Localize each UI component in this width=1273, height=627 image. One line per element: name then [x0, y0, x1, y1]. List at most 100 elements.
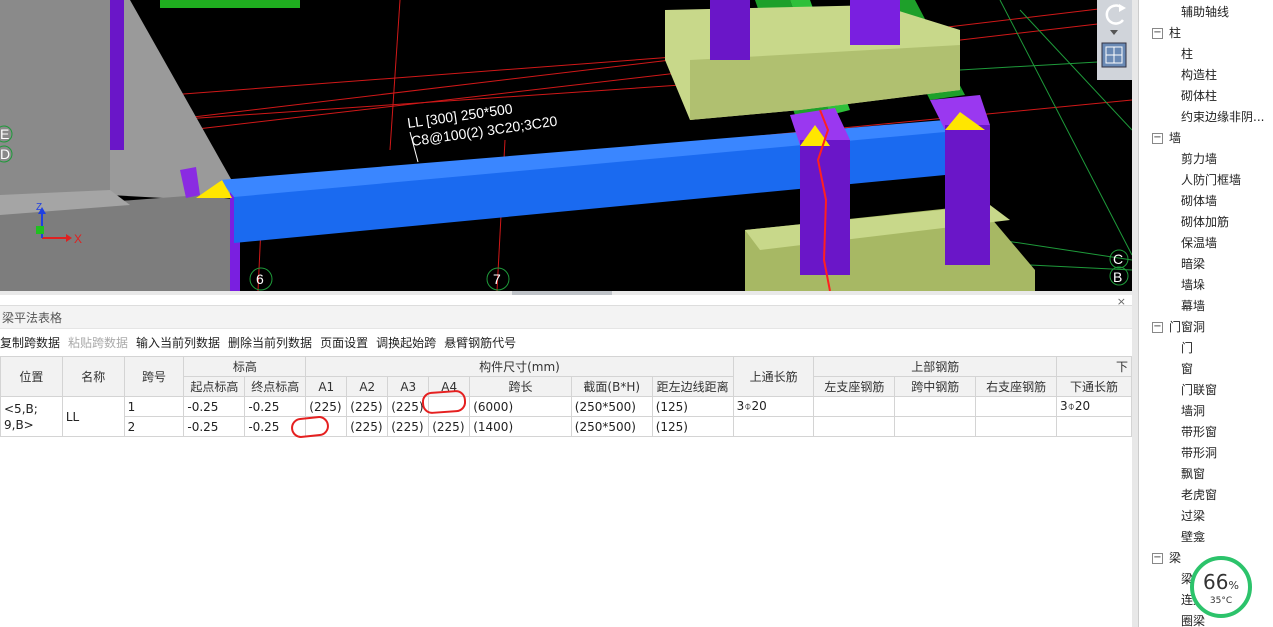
collapse-toggle-icon[interactable]: −: [1152, 133, 1163, 144]
cell-offset[interactable]: (125): [651, 416, 734, 437]
delete-column-data-button[interactable]: 删除当前列数据: [228, 334, 312, 352]
col-header-a1[interactable]: A1: [305, 376, 348, 397]
tree-category[interactable]: − 柱: [1139, 23, 1273, 44]
tree-item[interactable]: 砌体加筋: [1139, 212, 1273, 233]
col-header-right-support[interactable]: 右支座钢筋: [975, 376, 1058, 397]
cell-a2[interactable]: (225): [346, 416, 389, 437]
col-header-span[interactable]: 跨号: [123, 356, 185, 397]
col-header-a3[interactable]: A3: [387, 376, 430, 397]
panel-toolbar: 复制跨数据 粘贴跨数据 输入当前列数据 删除当前列数据 页面设置 调换起始跨 悬…: [0, 334, 516, 352]
tree-item[interactable]: 带形洞: [1139, 443, 1273, 464]
tree-item[interactable]: 保温墙: [1139, 233, 1273, 254]
col-header-section[interactable]: 截面(B*H): [570, 376, 653, 397]
tree-item[interactable]: 飘窗: [1139, 464, 1273, 485]
cell-start-elev[interactable]: -0.25: [183, 396, 246, 417]
col-header-start-elev[interactable]: 起点标高: [183, 376, 246, 397]
tree-item-label: 幕墙: [1181, 299, 1206, 313]
cell-start-elev[interactable]: -0.25: [183, 416, 246, 437]
cell-offset[interactable]: (125): [651, 396, 734, 417]
beam-table: 位置 名称 跨号 标高 构件尺寸(mm) 上通长筋 上部钢筋 下 起点标高 终点…: [0, 356, 1132, 437]
model-scene: LL [300] 250*500 C8@100(2) 3C20;3C20 E D…: [0, 0, 1132, 291]
cell-mid-span[interactable]: [894, 416, 977, 437]
cell-top-through[interactable]: [732, 416, 815, 437]
cell-a4[interactable]: (225): [428, 416, 471, 437]
col-header-elevation[interactable]: 标高: [183, 356, 307, 377]
col-header-offset[interactable]: 距左边线距离: [651, 376, 734, 397]
tree-item-label: 圈梁: [1181, 614, 1206, 627]
cell-a2[interactable]: (225): [346, 396, 389, 417]
cell-right-support[interactable]: [975, 416, 1058, 437]
rotate-icon[interactable]: [1105, 4, 1126, 25]
cell-name[interactable]: LL: [61, 396, 125, 437]
col-header-end-elev[interactable]: 终点标高: [244, 376, 307, 397]
cell-bottom-through[interactable]: 3⌽20: [1056, 396, 1132, 417]
collapse-toggle-icon[interactable]: −: [1152, 322, 1163, 333]
panel-title-bar: [0, 305, 1132, 329]
tree-item[interactable]: 柱: [1139, 44, 1273, 65]
tree-item[interactable]: 暗梁: [1139, 254, 1273, 275]
col-header-mid-span[interactable]: 跨中钢筋: [894, 376, 977, 397]
cell-end-elev[interactable]: -0.25: [244, 396, 307, 417]
tree-item[interactable]: 壁龛: [1139, 527, 1273, 548]
cell-left-support[interactable]: [813, 396, 896, 417]
cell-position[interactable]: <5,B; 9,B>: [0, 396, 63, 437]
coord-x-label: X: [74, 232, 82, 246]
col-header-position[interactable]: 位置: [0, 356, 63, 397]
col-header-top-rebar[interactable]: 上部钢筋: [813, 356, 1058, 377]
tree-item[interactable]: 剪力墙: [1139, 149, 1273, 170]
copy-span-data-button[interactable]: 复制跨数据: [0, 334, 60, 352]
col-header-left-support[interactable]: 左支座钢筋: [813, 376, 896, 397]
tree-item[interactable]: 人防门框墙: [1139, 170, 1273, 191]
tree-item[interactable]: 幕墙: [1139, 296, 1273, 317]
cell-a1[interactable]: (225): [305, 396, 348, 417]
col-header-bottom[interactable]: 下: [1056, 356, 1132, 377]
tree-item[interactable]: 墙垛: [1139, 275, 1273, 296]
tree-item[interactable]: 砌体柱: [1139, 86, 1273, 107]
page-setup-button[interactable]: 页面设置: [320, 334, 368, 352]
tree-item[interactable]: 构造柱: [1139, 65, 1273, 86]
cell-span[interactable]: 2: [123, 416, 185, 437]
performance-gauge[interactable]: 66% 35°C: [1190, 556, 1252, 618]
col-header-bottom-through[interactable]: 下通长筋: [1056, 376, 1132, 397]
tree-item[interactable]: 辅助轴线: [1139, 2, 1273, 23]
tree-item[interactable]: 带形窗: [1139, 422, 1273, 443]
cantilever-rebar-code-button[interactable]: 悬臂钢筋代号: [444, 334, 516, 352]
tree-item[interactable]: 窗: [1139, 359, 1273, 380]
swap-start-span-button[interactable]: 调换起始跨: [376, 334, 436, 352]
cell-bottom-through[interactable]: [1056, 416, 1132, 437]
tree-item[interactable]: 墙洞: [1139, 401, 1273, 422]
cell-span[interactable]: 1: [123, 396, 185, 417]
col-header-length[interactable]: 跨长: [469, 376, 572, 397]
tree-item[interactable]: 砌体墙: [1139, 191, 1273, 212]
col-header-a2[interactable]: A2: [346, 376, 389, 397]
tree-item-label: 剪力墙: [1181, 152, 1218, 166]
collapse-toggle-icon[interactable]: −: [1152, 28, 1163, 39]
cell-mid-span[interactable]: [894, 396, 977, 417]
cell-section[interactable]: (250*500): [570, 416, 653, 437]
input-column-data-button[interactable]: 输入当前列数据: [136, 334, 220, 352]
cell-left-support[interactable]: [813, 416, 896, 437]
tree-item[interactable]: 老虎窗: [1139, 485, 1273, 506]
col-header-member-size[interactable]: 构件尺寸(mm): [305, 356, 734, 377]
cell-length[interactable]: (1400): [469, 416, 572, 437]
cell-length[interactable]: (6000): [469, 396, 572, 417]
tree-category[interactable]: − 门窗洞: [1139, 317, 1273, 338]
cell-top-through[interactable]: 3⌽20: [732, 396, 815, 417]
cell-right-support[interactable]: [975, 396, 1058, 417]
col-header-name[interactable]: 名称: [61, 356, 125, 397]
cell-section[interactable]: (250*500): [570, 396, 653, 417]
tree-category[interactable]: − 墙: [1139, 128, 1273, 149]
collapse-toggle-icon[interactable]: −: [1152, 553, 1163, 564]
view-cube-icon[interactable]: [1101, 42, 1127, 68]
dropdown-arrow-icon[interactable]: [1110, 30, 1118, 35]
axis-label-e: E: [0, 126, 9, 142]
col-header-top-through[interactable]: 上通长筋: [732, 356, 815, 397]
tree-item[interactable]: 门: [1139, 338, 1273, 359]
tree-item[interactable]: 门联窗: [1139, 380, 1273, 401]
3d-viewport[interactable]: LL [300] 250*500 C8@100(2) 3C20;3C20 E D…: [0, 0, 1132, 291]
paste-span-data-button[interactable]: 粘贴跨数据: [68, 334, 128, 352]
component-tree: 辅助轴线 − 柱柱构造柱 砌体柱 约束边缘非阴... − 墙剪力墙人防门框墙 砌体墙 砌体加筋保…: [1138, 0, 1273, 627]
tree-item[interactable]: 过梁: [1139, 506, 1273, 527]
cell-a3[interactable]: (225): [387, 416, 430, 437]
tree-item[interactable]: 约束边缘非阴...: [1139, 107, 1273, 128]
